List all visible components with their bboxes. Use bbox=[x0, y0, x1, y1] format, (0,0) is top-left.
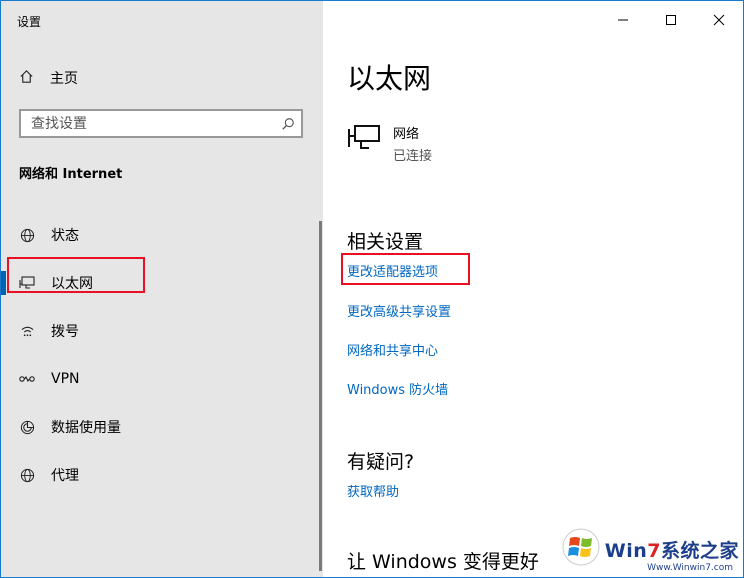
watermark: Win7系统之家 Www.Winwin7.com bbox=[561, 527, 739, 573]
watermark-brand: Win bbox=[604, 539, 648, 562]
home-icon bbox=[19, 69, 34, 88]
data-usage-icon bbox=[19, 419, 35, 435]
page-title: 以太网 bbox=[347, 62, 432, 95]
network-name: 网络 bbox=[393, 127, 420, 142]
ethernet-icon bbox=[19, 275, 35, 291]
close-button[interactable] bbox=[695, 1, 743, 39]
settings-window: 设置 主页 网络和 Internet 状态 bbox=[0, 0, 744, 578]
maximize-button[interactable] bbox=[647, 1, 695, 39]
maximize-icon bbox=[666, 15, 676, 25]
windows-firewall-link[interactable]: Windows 防火墙 bbox=[347, 379, 448, 398]
sidebar-item-label: 状态 bbox=[51, 228, 79, 244]
windows-flag-logo bbox=[561, 527, 601, 571]
sidebar-nav: 状态 以太网 拨号 VPN 数据使用量 代理 bbox=[1, 211, 323, 499]
proxy-globe-icon bbox=[19, 467, 35, 483]
sidebar-item-status[interactable]: 状态 bbox=[1, 211, 323, 259]
sidebar: 设置 主页 网络和 Internet 状态 bbox=[1, 1, 323, 577]
sidebar-item-label: 代理 bbox=[51, 468, 79, 484]
home-nav-item[interactable]: 主页 bbox=[19, 67, 78, 89]
sidebar-item-vpn[interactable]: VPN bbox=[1, 355, 323, 403]
sidebar-item-dialup[interactable]: 拨号 bbox=[1, 307, 323, 355]
search-box[interactable] bbox=[19, 109, 303, 138]
network-status: 已连接 bbox=[393, 149, 433, 164]
search-icon[interactable] bbox=[281, 116, 295, 135]
close-icon bbox=[713, 14, 725, 26]
sidebar-item-label: 数据使用量 bbox=[51, 420, 121, 436]
sidebar-item-ethernet[interactable]: 以太网 bbox=[1, 259, 323, 307]
caption-buttons bbox=[599, 1, 743, 39]
watermark-url: Www.Winwin7.com bbox=[647, 563, 733, 573]
minimize-icon bbox=[618, 19, 628, 21]
vpn-icon bbox=[19, 371, 35, 387]
home-label: 主页 bbox=[50, 71, 78, 87]
network-sharing-center-link[interactable]: 网络和共享中心 bbox=[347, 340, 438, 359]
dialup-icon bbox=[19, 323, 35, 339]
sidebar-item-label: 拨号 bbox=[51, 324, 79, 340]
improve-windows-title: 让 Windows 变得更好 bbox=[347, 551, 539, 573]
related-settings-title: 相关设置 bbox=[347, 231, 424, 253]
sidebar-item-label: 以太网 bbox=[51, 276, 93, 292]
sidebar-item-proxy[interactable]: 代理 bbox=[1, 451, 323, 499]
help-title: 有疑问? bbox=[347, 451, 415, 473]
minimize-button[interactable] bbox=[599, 1, 647, 39]
network-connection[interactable]: 网络 已连接 bbox=[347, 123, 432, 164]
globe-status-icon bbox=[19, 227, 35, 243]
watermark-cn: 系统之家 bbox=[660, 539, 739, 562]
change-adapter-options-link[interactable]: 更改适配器选项 bbox=[347, 261, 438, 280]
advanced-sharing-link[interactable]: 更改高级共享设置 bbox=[347, 301, 451, 320]
search-input[interactable] bbox=[31, 115, 271, 133]
get-help-link[interactable]: 获取帮助 bbox=[347, 481, 399, 500]
sidebar-item-data-usage[interactable]: 数据使用量 bbox=[1, 403, 323, 451]
sidebar-scrollbar[interactable] bbox=[319, 221, 322, 571]
watermark-number: 7 bbox=[647, 539, 661, 562]
app-title: 设置 bbox=[17, 15, 42, 29]
sidebar-item-label: VPN bbox=[51, 371, 80, 387]
main-pane: 以太网 网络 已连接 相关设置 更改适配器选项 更改高级共享设置 网络和共享中心… bbox=[323, 1, 743, 577]
section-title: 网络和 Internet bbox=[19, 167, 123, 182]
ethernet-network-icon bbox=[347, 123, 381, 164]
